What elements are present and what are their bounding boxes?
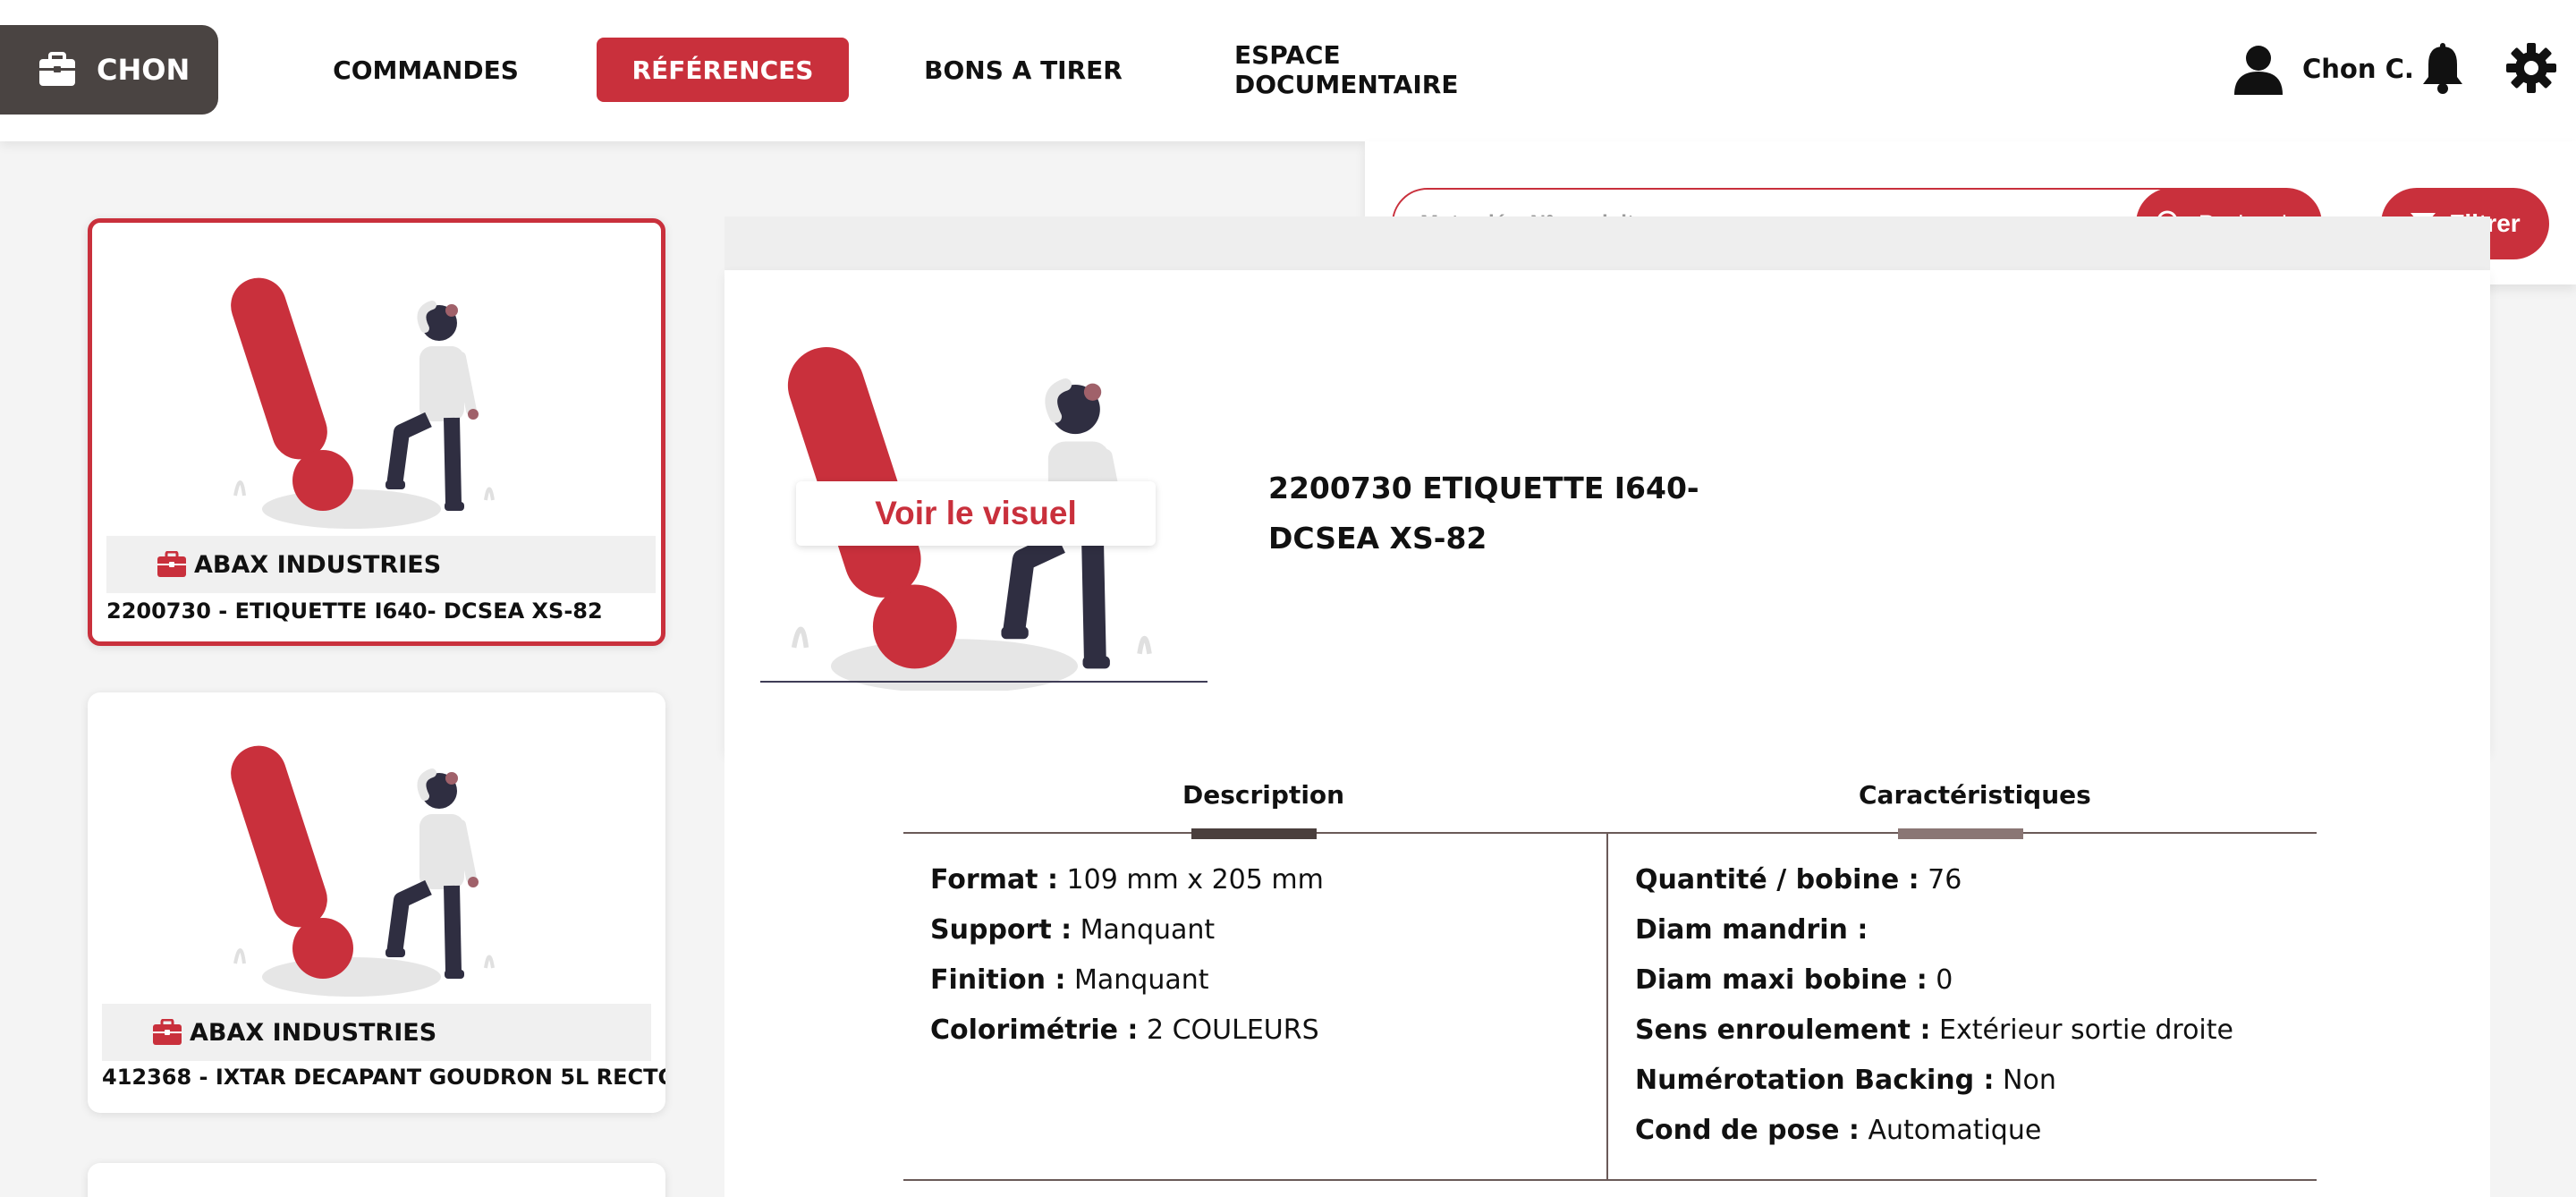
bottom-divider (903, 1179, 2317, 1181)
card-reference: 412368 - IXTAR DECAPANT GOUDRON 5L RECTO (102, 1065, 665, 1090)
view-visual-button[interactable]: Voir le visuel (796, 481, 1156, 546)
nav-references[interactable]: RÉFÉRENCES (597, 38, 849, 102)
card-reference: 2200730 - ETIQUETTE I640- DCSEA XS-82 (106, 598, 603, 624)
tabs-divider (903, 832, 2317, 834)
user-icon[interactable] (2233, 45, 2284, 95)
char-cond-de-pose: Cond de pose : Automatique (1635, 1115, 2042, 1146)
nav-commandes[interactable]: COMMANDES (318, 38, 533, 102)
tab-description[interactable]: Description (1182, 780, 1344, 810)
brand-button[interactable]: CHON (0, 25, 218, 115)
desc-finition: Finition : Manquant (930, 964, 1209, 996)
card-company-name: ABAX INDUSTRIES (194, 550, 442, 579)
nav-bons-a-tirer[interactable]: BONS A TIRER (921, 38, 1125, 102)
gear-icon[interactable] (2506, 43, 2556, 93)
warning-illustration (217, 735, 513, 1004)
product-title-line1: 2200730 ETIQUETTE I640- (1268, 471, 1699, 505)
char-diam-mandrin: Diam mandrin : (1635, 914, 1868, 946)
reference-card[interactable] (88, 1163, 665, 1197)
product-title-line2: DCSEA XS-82 (1268, 521, 1487, 556)
char-numerotation-backing: Numérotation Backing : Non (1635, 1065, 2056, 1096)
briefcase-icon (39, 52, 75, 86)
column-divider (1606, 834, 1608, 1181)
desc-support: Support : Manquant (930, 914, 1216, 946)
nav-espace-documentaire[interactable]: ESPACE DOCUMENTAIRE (1234, 38, 1560, 102)
char-quantite-bobine: Quantité / bobine : 76 (1635, 864, 1962, 896)
card-company: ABAX INDUSTRIES (102, 1004, 651, 1061)
desc-colorimetrie: Colorimétrie : 2 COULEURS (930, 1014, 1319, 1046)
reference-card[interactable]: ABAX INDUSTRIES 2200730 - ETIQUETTE I640… (88, 218, 665, 646)
bell-icon[interactable] (2420, 43, 2465, 95)
tab-caracteristiques-indicator (1898, 828, 2023, 839)
tab-description-indicator (1191, 828, 1317, 839)
card-company-name: ABAX INDUSTRIES (190, 1018, 437, 1047)
brand-name: CHON (97, 53, 191, 87)
briefcase-icon (157, 551, 186, 577)
reference-card[interactable]: ABAX INDUSTRIES 412368 - IXTAR DECAPANT … (88, 692, 665, 1113)
product-title: 2200730 ETIQUETTE I640- DCSEA XS-82 (1268, 463, 1733, 564)
warning-illustration (217, 267, 513, 536)
desc-format: Format : 109 mm x 205 mm (930, 864, 1324, 896)
product-detail: Voir le visuel 2200730 ETIQUETTE I640- D… (724, 270, 2490, 753)
char-sens-enroulement: Sens enroulement : Extérieur sortie droi… (1635, 1014, 2233, 1046)
detail-top-bar (724, 216, 2490, 270)
tab-caracteristiques[interactable]: Caractéristiques (1859, 780, 2091, 810)
char-diam-maxi-bobine: Diam maxi bobine : 0 (1635, 964, 1953, 996)
product-info: Description Caractéristiques Format : 10… (724, 753, 2490, 1197)
card-company: ABAX INDUSTRIES (106, 536, 656, 593)
top-header: CHON COMMANDES RÉFÉRENCES BONS A TIRER E… (0, 0, 2576, 141)
briefcase-icon (153, 1019, 182, 1045)
user-name[interactable]: Chon C. (2302, 54, 2414, 84)
